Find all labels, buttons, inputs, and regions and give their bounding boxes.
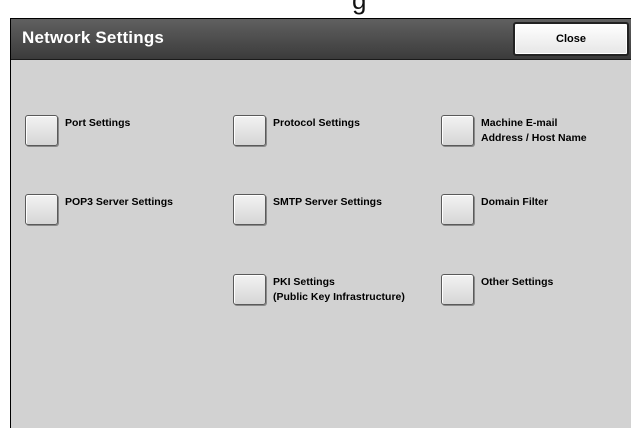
- close-button-label: Close: [556, 33, 586, 45]
- smtp-server-settings-button[interactable]: [233, 194, 266, 225]
- machine-email-address-label: Machine E-mail Address / Host Name: [481, 117, 587, 144]
- pki-settings-button[interactable]: [233, 274, 266, 305]
- port-settings-label: Port Settings: [65, 117, 131, 129]
- page-title: Network Settings: [22, 28, 165, 47]
- other-settings-button[interactable]: [441, 274, 474, 305]
- port-settings-button[interactable]: [25, 115, 58, 146]
- protocol-settings-button[interactable]: [233, 115, 266, 146]
- network-settings-panel: Network Settings Close Port Settings Pro…: [10, 18, 631, 428]
- pop3-server-settings-button[interactable]: [25, 194, 58, 225]
- protocol-settings-label: Protocol Settings: [273, 117, 360, 129]
- pki-settings-label: PKI Settings (Public Key Infrastructure): [273, 276, 405, 303]
- domain-filter-button[interactable]: [441, 194, 474, 225]
- other-settings-label: Other Settings: [481, 276, 554, 288]
- smtp-server-settings-label: SMTP Server Settings: [273, 196, 382, 208]
- machine-email-address-button[interactable]: [441, 115, 474, 146]
- clipped-text-fragment: g: [352, 0, 367, 15]
- title-bar: Network Settings Close: [11, 19, 631, 60]
- domain-filter-label: Domain Filter: [481, 196, 549, 208]
- pop3-server-settings-label: POP3 Server Settings: [65, 196, 173, 208]
- close-button[interactable]: Close: [513, 22, 629, 56]
- screen: g Network Settings Close Port Settings P…: [0, 0, 631, 428]
